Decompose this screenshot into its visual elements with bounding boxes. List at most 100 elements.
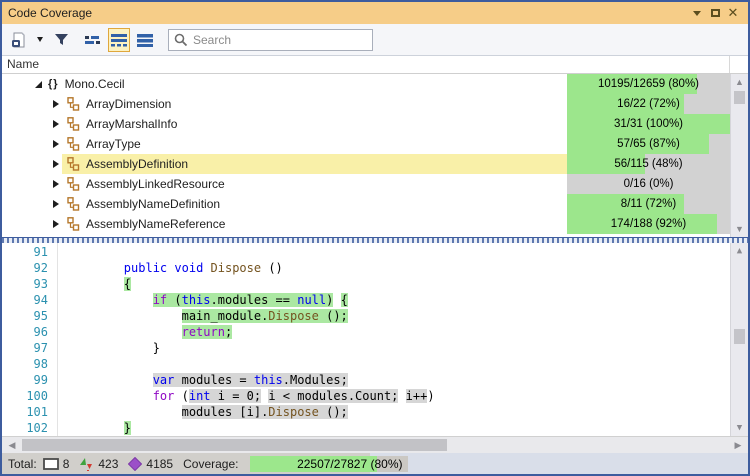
code-editor[interactable]: 919293949596979899100101102 public void … [2, 243, 748, 436]
editor-scrollbar-thumb[interactable] [734, 329, 745, 344]
scroll-up-icon[interactable]: ▲ [731, 243, 748, 259]
tree-row-label-area[interactable]: AssemblyNameDefinition [62, 194, 567, 214]
search-icon [174, 33, 188, 47]
coverage-progress-bar: 22507/27827 (80%) [250, 456, 408, 472]
expander-collapsed-icon[interactable] [50, 100, 62, 108]
tree-scrollbar-thumb[interactable] [734, 91, 745, 104]
code-line-93: { [66, 276, 748, 292]
tree-row-label-area[interactable]: {}Mono.Cecil [44, 74, 567, 94]
tree-row-label: AssemblyLinkedResource [86, 177, 225, 191]
tree-row-label-area[interactable]: AssemblyLinkedResource [62, 174, 567, 194]
tree-row-label-area[interactable]: ArrayDimension [62, 94, 567, 114]
tree-row-AssemblyLinkedResource[interactable]: AssemblyLinkedResource 0/16 (0%) [2, 174, 730, 194]
tree-row-name-cell: ArrayDimension [2, 94, 567, 114]
code-line-102: } [66, 420, 748, 436]
export-dropdown-button[interactable] [34, 28, 46, 52]
tree-row-Mono.Cecil[interactable]: {}Mono.Cecil10195/12659 (80%) [2, 74, 730, 94]
line-number: 93 [2, 276, 48, 292]
expander-collapsed-icon[interactable] [50, 180, 62, 188]
tree-row-label: AssemblyDefinition [86, 157, 188, 171]
code-line-97: } [66, 340, 748, 356]
group-by-button[interactable] [82, 28, 104, 52]
tree-row-label-area[interactable]: ArrayMarshalInfo [62, 114, 567, 134]
horizontal-scrollbar[interactable]: ◀ ▶ [2, 436, 748, 453]
editor-scrollbar[interactable]: ▲ ▼ [730, 243, 748, 436]
coverage-tree: {}Mono.Cecil10195/12659 (80%)ArrayDimens… [2, 74, 748, 237]
line-number: 94 [2, 292, 48, 308]
coverage-value: 8/11 (72%) [567, 194, 730, 214]
export-report-button[interactable] [8, 28, 30, 52]
tree-row-label-area[interactable]: AssemblyNameReference [62, 214, 567, 234]
coverage-bar-cell: 56/115 (48%) [567, 154, 730, 174]
line-number: 102 [2, 420, 48, 436]
code-line-101: modules [i].Dispose (); [66, 404, 748, 420]
scroll-right-icon[interactable]: ▶ [730, 437, 746, 453]
tree-row-name-cell: AssemblyDefinition [2, 154, 567, 174]
class-icon [66, 217, 80, 231]
tree-row-AssemblyNameReference[interactable]: AssemblyNameReference174/188 (92%) [2, 214, 730, 234]
block-coverage-view-button[interactable] [134, 28, 156, 52]
tree-row-label: ArrayType [86, 137, 141, 151]
search-box[interactable] [168, 29, 373, 51]
code-line-99: var modules = this.Modules; [66, 372, 748, 388]
class-icon [66, 197, 80, 211]
name-column-label: Name [7, 57, 39, 71]
total-label: Total: [8, 457, 37, 471]
class-icon [66, 97, 80, 111]
tree-row-label-area[interactable]: ArrayType [62, 134, 567, 154]
line-number: 95 [2, 308, 48, 324]
tree-row-AssemblyDefinition[interactable]: AssemblyDefinition 56/115 (48%) [2, 154, 730, 174]
filter-button[interactable] [50, 28, 72, 52]
tree-column-header[interactable]: Name [2, 56, 748, 74]
coverage-value: 16/22 (72%) [567, 94, 730, 114]
tree-row-ArrayMarshalInfo[interactable]: ArrayMarshalInfo31/31 (100%) [2, 114, 730, 134]
maximize-button[interactable] [706, 5, 724, 21]
dropdown-caret-icon [37, 37, 43, 42]
expander-collapsed-icon[interactable] [50, 160, 62, 168]
expander-open-icon[interactable] [32, 81, 44, 88]
assembly-count: 8 [63, 457, 70, 471]
close-button[interactable]: ✕ [724, 5, 742, 21]
coverage-total-value: 22507/27827 (80%) [250, 456, 408, 472]
method-count: 4185 [146, 457, 173, 471]
expander-collapsed-icon[interactable] [50, 140, 62, 148]
class-icon [66, 137, 80, 151]
tree-row-label-area[interactable]: AssemblyDefinition [62, 154, 567, 174]
status-bar: Total: 8 423 4185 Coverage: 22507/27827 … [2, 453, 748, 474]
assembly-icon [43, 458, 59, 470]
title-bar[interactable]: Code Coverage ✕ [2, 2, 748, 24]
tree-row-AssemblyNameDefinition[interactable]: AssemblyNameDefinition8/11 (72%) [2, 194, 730, 214]
line-coverage-view-button[interactable] [108, 28, 130, 52]
window-title: Code Coverage [8, 6, 688, 20]
expander-collapsed-icon[interactable] [50, 120, 62, 128]
tree-row-name-cell: AssemblyLinkedResource [2, 174, 567, 194]
coverage-bar-cell: 31/31 (100%) [567, 114, 730, 134]
tree-row-ArrayType[interactable]: ArrayType 57/65 (87%) [2, 134, 730, 154]
tree-row-name-cell: ArrayType [2, 134, 567, 154]
expander-collapsed-icon[interactable] [50, 200, 62, 208]
chevron-down-icon [693, 11, 701, 16]
tree-row-label: ArrayDimension [86, 97, 171, 111]
line-number: 101 [2, 404, 48, 420]
tree-row-name-cell: AssemblyNameDefinition [2, 194, 567, 214]
tree-row-ArrayDimension[interactable]: ArrayDimension 16/22 (72%) [2, 94, 730, 114]
scroll-down-icon[interactable]: ▼ [731, 221, 748, 237]
tree-row-name-cell: AssemblyNameReference [2, 214, 567, 234]
block-view-icon [137, 33, 153, 47]
scroll-down-icon[interactable]: ▼ [731, 420, 748, 436]
code-line-95: main_module.Dispose (); [66, 308, 748, 324]
coverage-value: 0/16 (0%) [567, 174, 730, 194]
search-input[interactable] [193, 33, 367, 47]
line-number: 97 [2, 340, 48, 356]
horizontal-scrollbar-thumb[interactable] [22, 439, 447, 451]
scroll-up-icon[interactable]: ▲ [731, 74, 748, 90]
coverage-value: 31/31 (100%) [567, 114, 730, 134]
line-number: 91 [2, 244, 48, 260]
tree-row-label: AssemblyNameReference [86, 217, 225, 231]
scroll-left-icon[interactable]: ◀ [4, 437, 20, 453]
expander-collapsed-icon[interactable] [50, 220, 62, 228]
window-menu-button[interactable] [688, 5, 706, 21]
coverage-value: 57/65 (87%) [567, 134, 730, 154]
export-report-icon [11, 32, 27, 48]
tree-scrollbar[interactable]: ▲ ▼ [730, 74, 748, 237]
